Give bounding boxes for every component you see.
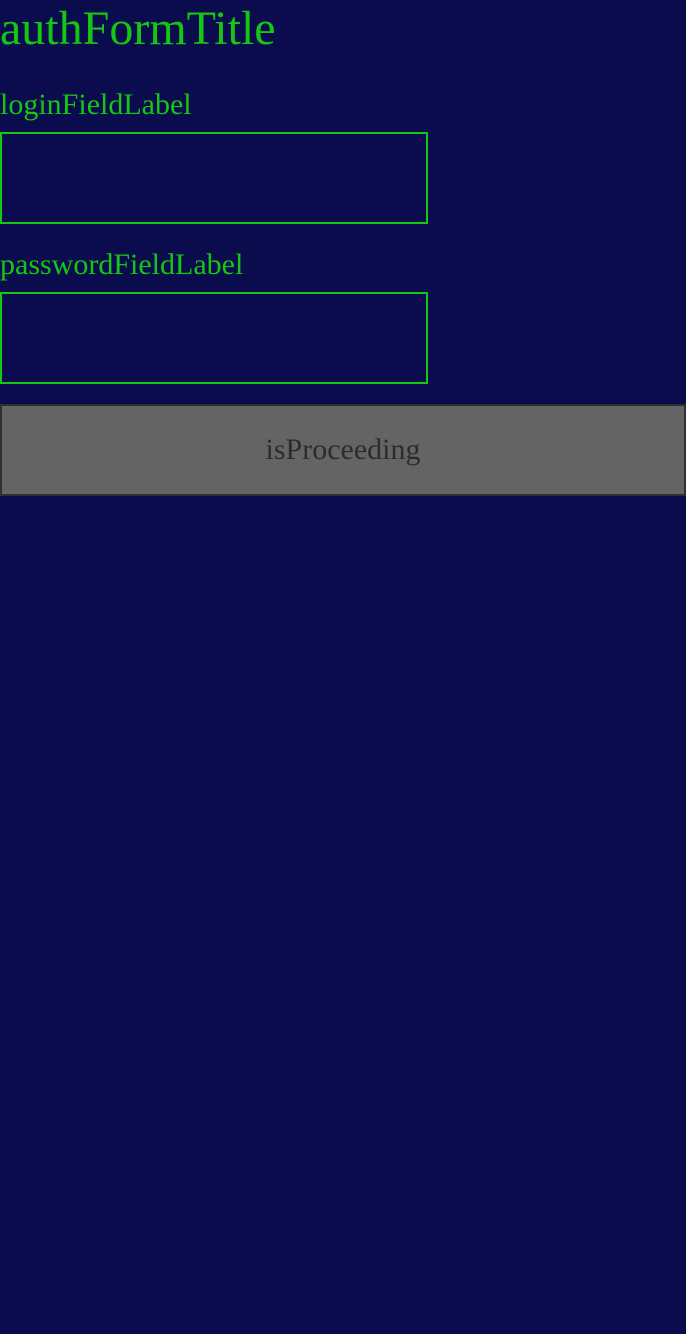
password-input[interactable] — [0, 292, 428, 384]
login-input[interactable] — [0, 132, 428, 224]
auth-page: authFormTitle loginFieldLabel passwordFi… — [0, 0, 686, 1334]
login-field-label: loginFieldLabel — [0, 88, 192, 121]
form-title: authFormTitle — [0, 2, 276, 55]
password-field-label: passwordFieldLabel — [0, 248, 244, 281]
submit-button[interactable]: isProceeding — [0, 404, 686, 496]
